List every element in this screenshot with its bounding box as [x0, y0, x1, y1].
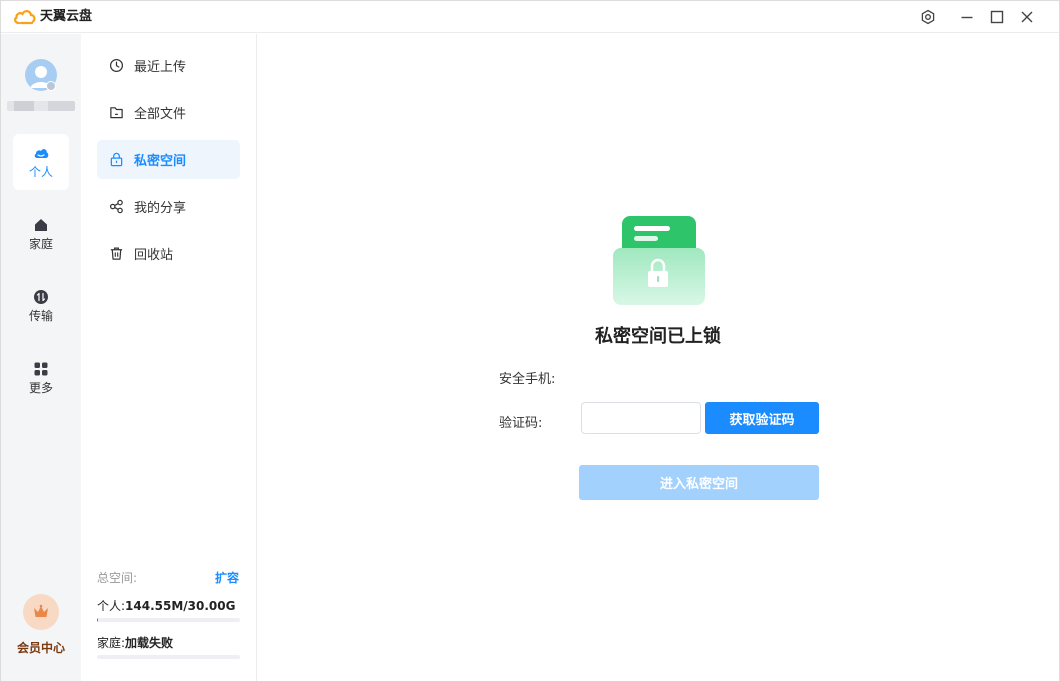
clock-icon — [109, 58, 124, 73]
rail-item-family[interactable]: 家庭 — [13, 206, 69, 262]
maximize-icon — [990, 10, 1004, 24]
lock-icon — [110, 152, 123, 167]
app-logo-icon — [14, 10, 36, 25]
minimize-icon — [961, 16, 973, 19]
rail-item-personal[interactable]: 个人 — [13, 134, 69, 190]
settings-icon — [921, 9, 935, 25]
personal-storage-bar — [97, 618, 240, 622]
phone-label: 安全手机: — [499, 372, 556, 387]
home-icon — [35, 219, 47, 231]
trash-icon — [110, 247, 123, 260]
family-storage-label: 家庭: — [97, 636, 126, 650]
app-title: 天翼云盘 — [40, 9, 93, 24]
family-storage: 家庭:加载失败 — [97, 634, 173, 651]
share-icon — [109, 199, 123, 214]
minimize-button[interactable] — [957, 7, 977, 27]
cloud-icon — [34, 149, 49, 158]
storage-title: 总空间: — [97, 571, 138, 585]
file-sidebar: 最近上传 全部文件 私密空间 我的分享 回收站 总空间: 扩容 个人:144.5… — [81, 34, 257, 681]
rail-item-transfer[interactable]: 传输 — [13, 278, 69, 334]
personal-storage-bar-fill — [97, 618, 98, 622]
close-button[interactable] — [1017, 7, 1037, 27]
code-label: 验证码: — [499, 416, 543, 431]
grid-icon — [34, 362, 48, 376]
sidebar-item-recycle-bin[interactable]: 回收站 — [97, 234, 240, 273]
locked-folder-illustration — [613, 216, 705, 305]
personal-storage-label: 个人: — [97, 599, 126, 613]
title-bar: 天翼云盘 — [1, 1, 1059, 33]
folder-icon — [110, 107, 123, 119]
vip-center-button[interactable]: 会员中心 — [1, 594, 81, 664]
sidebar-item-all-files[interactable]: 全部文件 — [97, 93, 240, 132]
enter-private-space-button[interactable]: 进入私密空间 — [579, 465, 819, 500]
app-window: 天翼云盘 个人 家庭 传输 更多 会员中心 最近上传 全部文件 私密空间 我的分… — [0, 0, 1060, 681]
personal-storage-value: 144.55M/30.00G — [125, 599, 236, 613]
personal-storage: 个人:144.55M/30.00G — [97, 597, 235, 614]
username-redacted — [7, 101, 75, 111]
expand-storage-link[interactable]: 扩容 — [215, 569, 239, 586]
page-title: 私密空间已上锁 — [595, 326, 721, 347]
rail-item-more[interactable]: 更多 — [13, 350, 69, 406]
family-storage-value: 加载失败 — [125, 636, 174, 650]
get-code-button[interactable]: 获取验证码 — [705, 402, 819, 434]
transfer-icon — [34, 290, 48, 304]
sidebar-item-private-space[interactable]: 私密空间 — [97, 140, 240, 179]
avatar-badge — [46, 81, 56, 91]
sidebar-item-recent-uploads[interactable]: 最近上传 — [97, 46, 240, 85]
maximize-button[interactable] — [987, 7, 1007, 27]
sidebar-item-my-shares[interactable]: 我的分享 — [97, 187, 240, 226]
settings-button[interactable] — [918, 7, 938, 27]
verification-code-input[interactable] — [581, 402, 701, 434]
close-icon — [1021, 11, 1033, 23]
family-storage-bar — [97, 655, 240, 659]
crown-icon — [23, 594, 59, 630]
private-space-panel: 私密空间已上锁 安全手机: 验证码: 获取验证码 进入私密空间 — [257, 34, 1059, 681]
left-rail: 个人 家庭 传输 更多 会员中心 — [1, 34, 81, 681]
